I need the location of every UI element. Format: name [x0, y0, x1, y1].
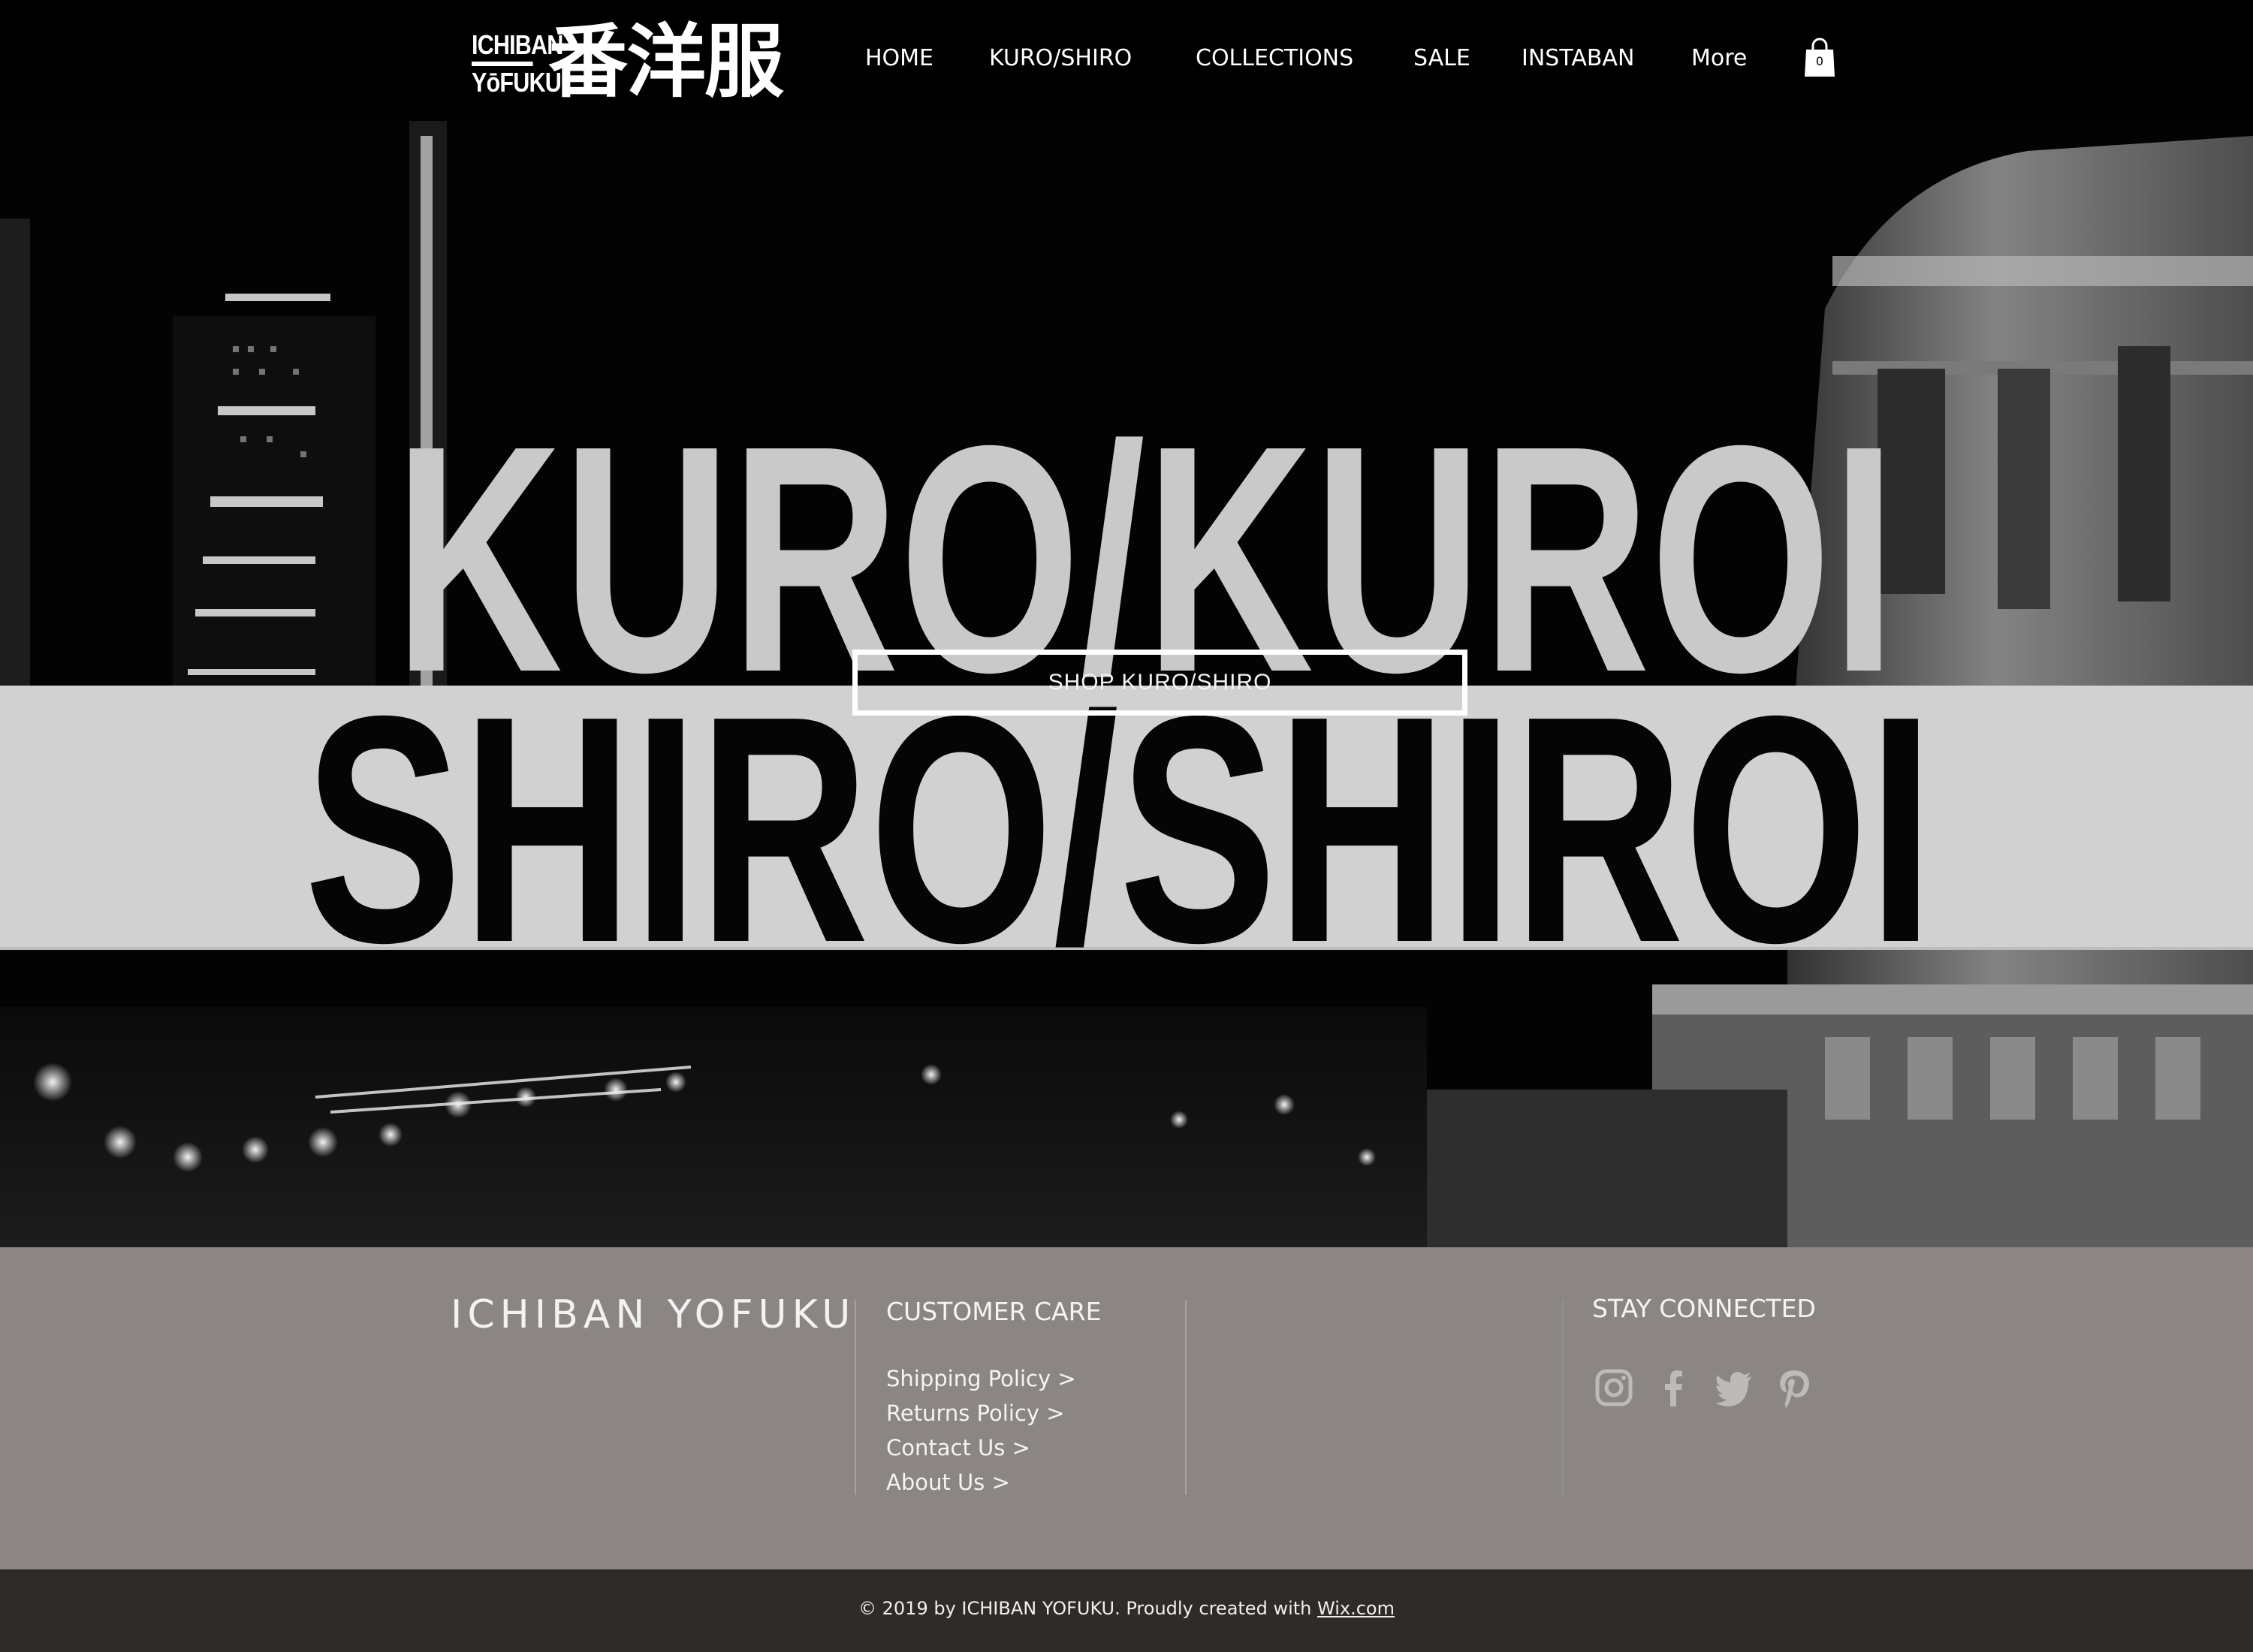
copyright-bar: © 2019 by ICHIBAN YOFUKU. Proudly create… [0, 1569, 2253, 1652]
site-header: ICHIBAN YōFUKU 番洋服 HOME KURO/SHIRO COLLE… [0, 0, 2253, 121]
logo-latin-text: ICHIBAN YōFUKU [472, 30, 563, 98]
nav-more[interactable]: More [1691, 42, 1747, 75]
wix-link[interactable]: Wix.com [1317, 1598, 1395, 1619]
site-footer: ICHIBAN YOFUKU CUSTOMER CARE Shipping Po… [0, 1247, 2253, 1569]
cart-button[interactable]: 0 [1803, 38, 1836, 78]
footer-divider [1562, 1300, 1564, 1495]
stay-connected-title: STAY CONNECTED [1592, 1294, 1816, 1323]
footer-divider [855, 1300, 856, 1495]
pinterest-icon[interactable] [1774, 1367, 1814, 1408]
footer-divider [1185, 1300, 1187, 1495]
returns-policy-link[interactable]: Returns Policy > [886, 1396, 1076, 1430]
logo-kanji: 番洋服 [548, 16, 784, 108]
logo-divider [472, 62, 533, 66]
contact-us-link[interactable]: Contact Us > [886, 1430, 1076, 1465]
shop-kuro-shiro-button[interactable]: SHOP KURO/SHIRO [852, 650, 1467, 716]
nav-instaban[interactable]: INSTABAN [1522, 42, 1634, 75]
nav-home[interactable]: HOME [865, 42, 933, 75]
customer-care-title: CUSTOMER CARE [886, 1297, 1102, 1326]
about-us-link[interactable]: About Us > [886, 1465, 1076, 1500]
nav-kuro-shiro[interactable]: KURO/SHIRO [989, 42, 1132, 75]
nav-collections[interactable]: COLLECTIONS [1196, 42, 1353, 75]
cart-count: 0 [1815, 54, 1824, 68]
shop-button-label: SHOP KURO/SHIRO [1048, 670, 1272, 695]
footer-brand: ICHIBAN YOFUKU [451, 1292, 856, 1337]
shipping-policy-link[interactable]: Shipping Policy > [886, 1361, 1076, 1396]
customer-care-links: Shipping Policy > Returns Policy > Conta… [886, 1361, 1076, 1500]
twitter-icon[interactable] [1714, 1367, 1754, 1408]
facebook-icon[interactable] [1654, 1367, 1694, 1408]
instagram-icon[interactable] [1594, 1367, 1634, 1408]
hero-banner: KURO/KUROI SHIRO/SHIROI SHOP KURO/SHIRO [0, 121, 2253, 1247]
copyright-label: © 2019 by ICHIBAN YOFUKU. Proudly create… [858, 1598, 1312, 1619]
copyright-text: © 2019 by ICHIBAN YOFUKU. Proudly create… [0, 1598, 2253, 1619]
nav-sale[interactable]: SALE [1413, 42, 1470, 75]
site-logo[interactable]: ICHIBAN YōFUKU 番洋服 [472, 16, 787, 108]
